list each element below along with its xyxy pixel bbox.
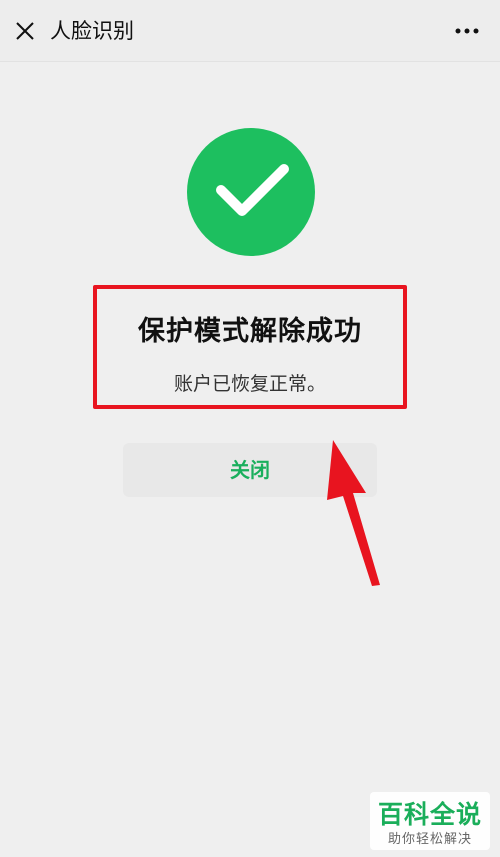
face-recognition-screen: 人脸识别 保护模式解除成功 账户已恢复正常。 关闭 百科全说 助你轻松解决 [0, 0, 500, 857]
watermark: 百科全说 助你轻松解决 [370, 792, 490, 850]
highlight-box: 保护模式解除成功 账户已恢复正常。 [93, 285, 407, 409]
page-title: 人脸识别 [50, 19, 134, 43]
result-title: 保护模式解除成功 [138, 316, 362, 347]
watermark-title: 百科全说 [377, 800, 482, 829]
watermark-subtitle: 助你轻松解决 [387, 832, 472, 847]
red-arrow-annotation [327, 440, 380, 586]
result-description: 账户已恢复正常。 [173, 373, 326, 395]
check-circle-icon [187, 128, 315, 256]
top-bar: 人脸识别 [0, 0, 500, 62]
more-icon[interactable] [454, 20, 480, 42]
close-icon[interactable] [14, 20, 36, 42]
